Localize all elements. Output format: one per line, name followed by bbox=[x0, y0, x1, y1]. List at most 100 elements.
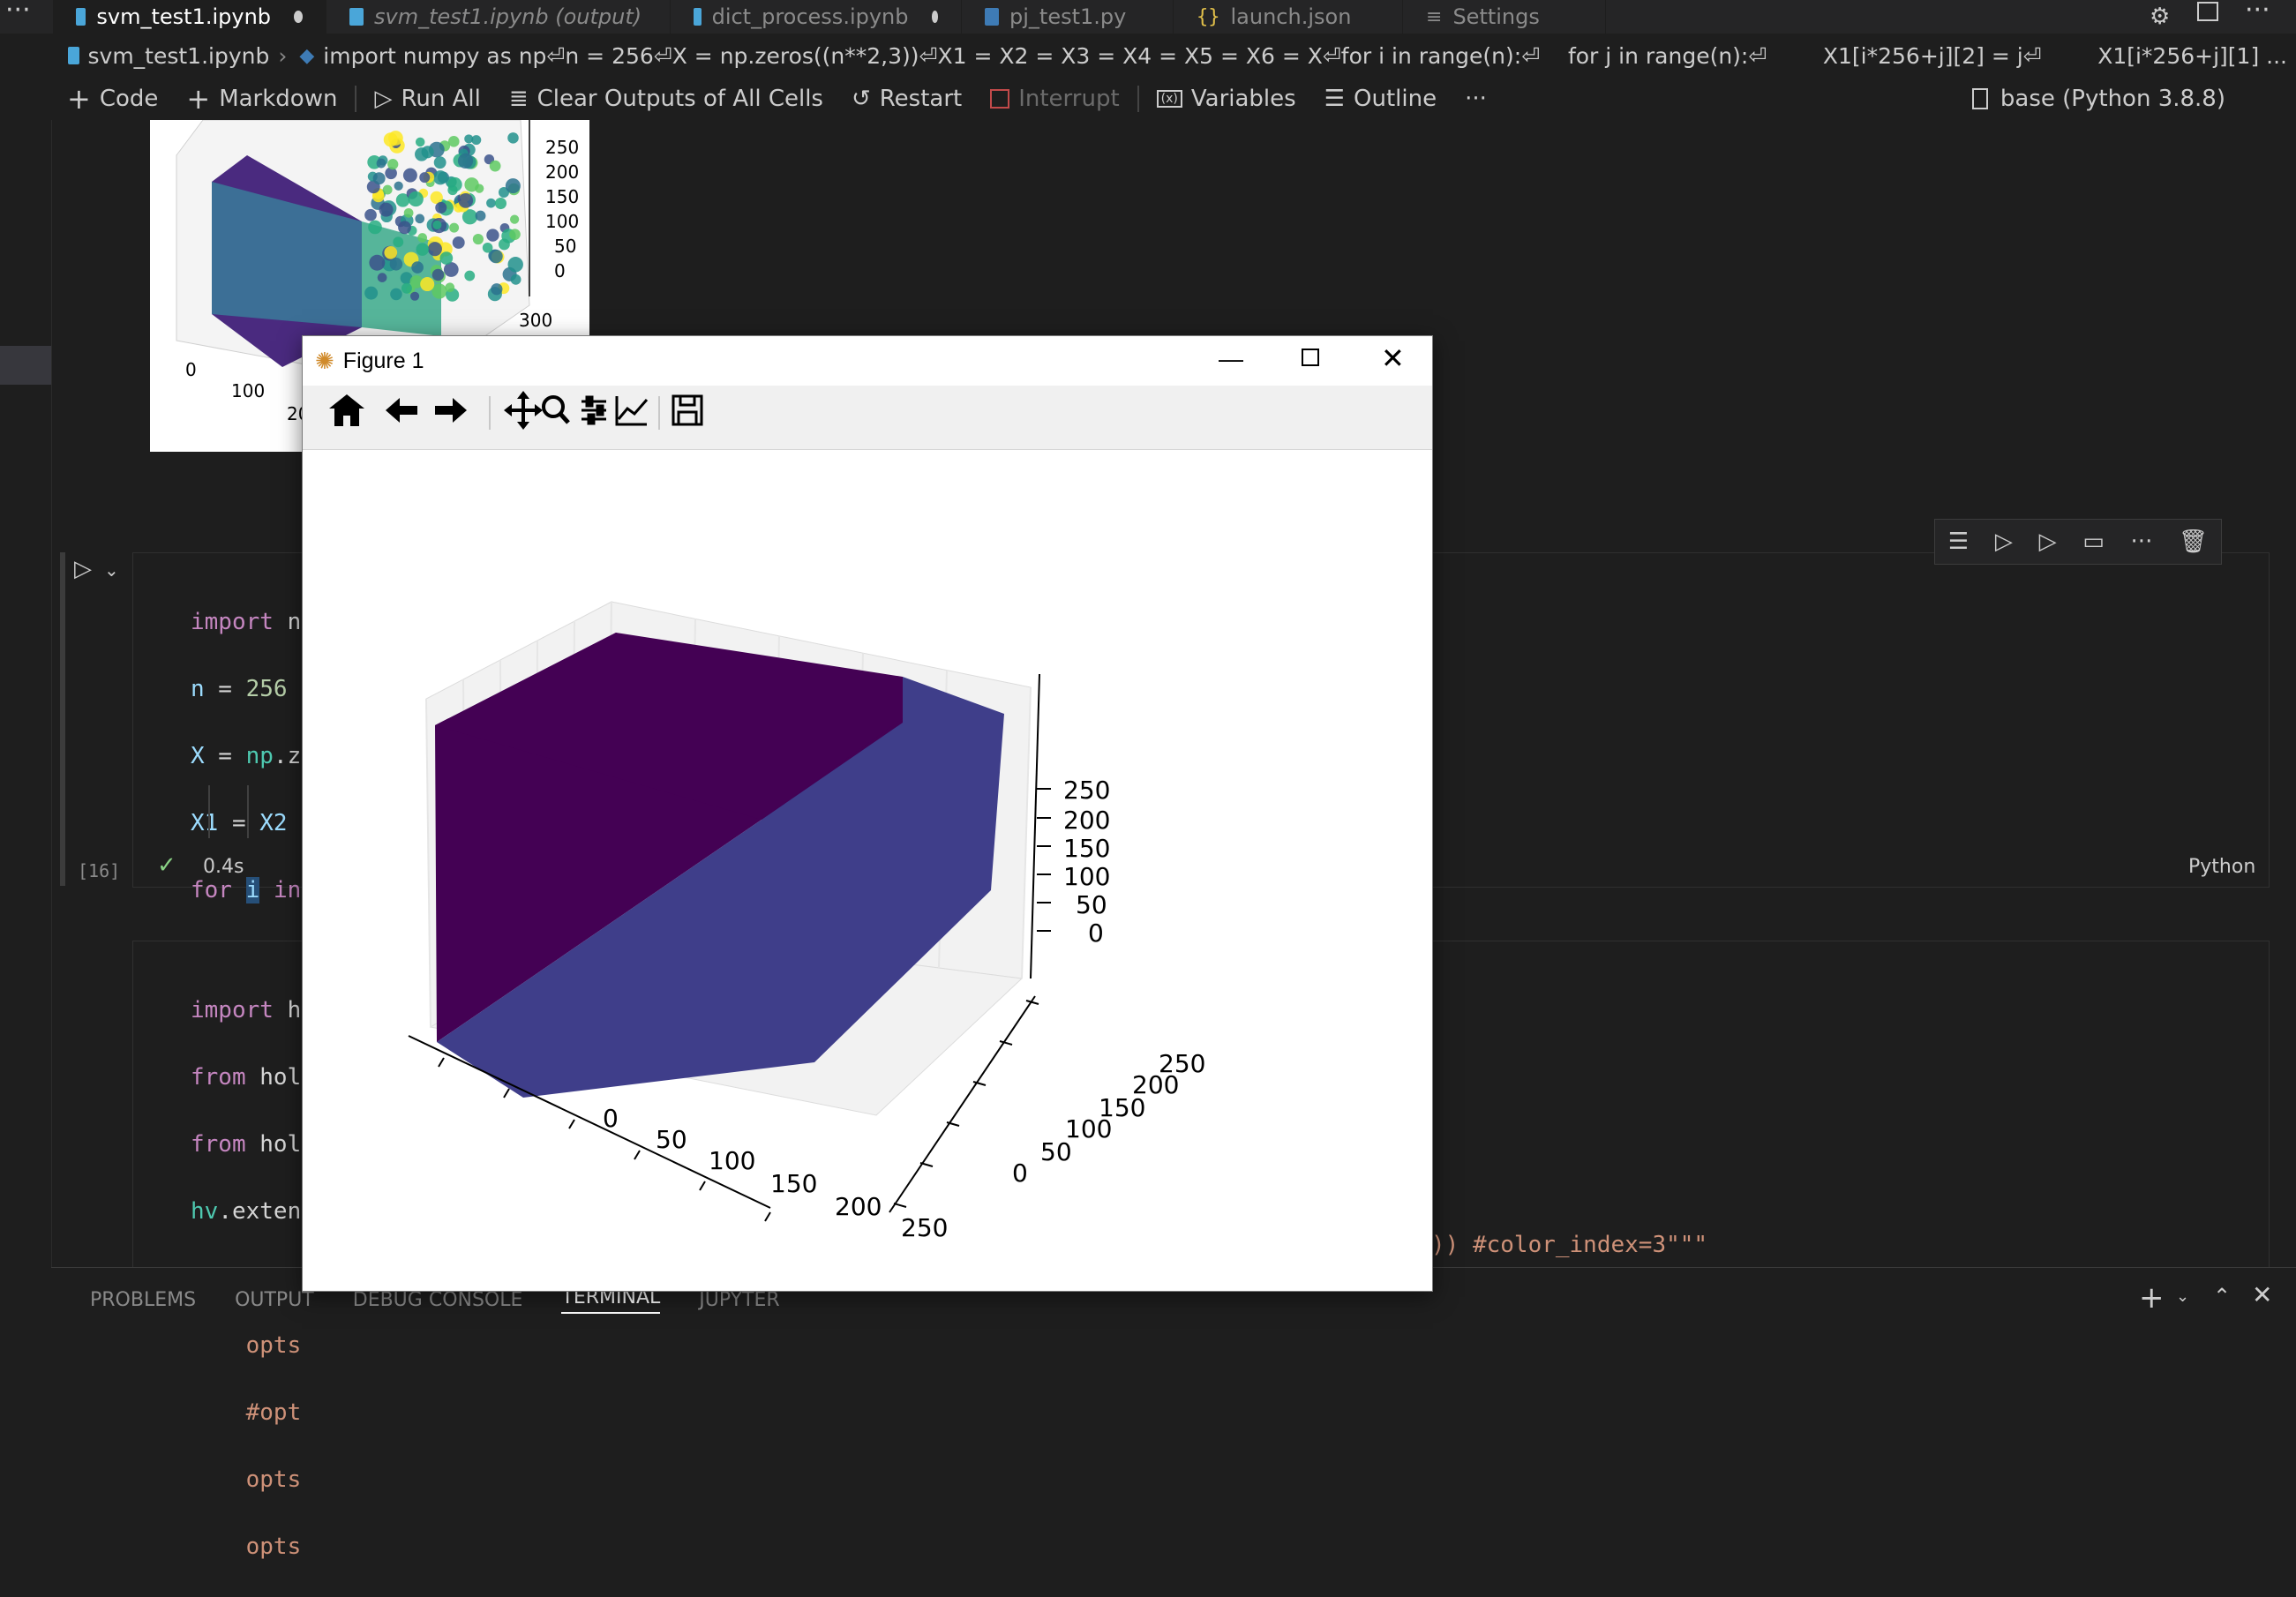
cell-toolbar: ☰ ▷ ▷ ▭ ··· 🗑 bbox=[1934, 519, 2222, 565]
scatter-point bbox=[427, 242, 442, 257]
execute-above-icon[interactable]: ▷ bbox=[1995, 529, 2013, 555]
tab-label: JUPYTER bbox=[699, 1288, 780, 1311]
add-markdown-cell-button[interactable]: + Markdown bbox=[172, 78, 351, 120]
tick-mark bbox=[568, 1119, 575, 1129]
maximize-icon[interactable] bbox=[1302, 349, 1319, 366]
scatter-point bbox=[411, 261, 424, 274]
home-icon[interactable] bbox=[329, 394, 364, 426]
scatter-point bbox=[415, 137, 425, 147]
run-all-icon: ▷ bbox=[374, 86, 393, 112]
z-tick-label: 200 bbox=[1063, 806, 1110, 835]
scatter-point bbox=[410, 291, 420, 301]
scatter-point bbox=[372, 172, 386, 185]
scatter-point bbox=[489, 160, 501, 172]
maximize-panel-icon[interactable]: ⌃ bbox=[2213, 1284, 2231, 1308]
breadcrumb-file[interactable]: svm_test1.ipynb bbox=[79, 43, 279, 69]
interrupt-button[interactable]: Interrupt bbox=[976, 78, 1133, 120]
cell-language[interactable]: Python bbox=[2188, 856, 2255, 878]
z-tick-label: 50 bbox=[1076, 890, 1107, 919]
button-label: Interrupt bbox=[1018, 86, 1120, 112]
scatter-point bbox=[415, 147, 429, 161]
success-check-icon: ✓ bbox=[157, 852, 176, 879]
tab-svm-test1-output[interactable]: svm_test1.ipynb (output) bbox=[326, 0, 671, 34]
gear-icon[interactable]: ⚙ bbox=[2150, 4, 2170, 30]
minimize-icon[interactable]: — bbox=[1219, 345, 1243, 373]
delete-icon[interactable]: 🗑 bbox=[2179, 529, 2208, 555]
code-trailing: )) #color_index=3""" bbox=[1431, 1232, 1708, 1258]
tick-mark bbox=[999, 1040, 1013, 1046]
more-actions-icon[interactable]: ··· bbox=[5, 0, 31, 26]
edit-axis-icon[interactable] bbox=[615, 396, 649, 426]
scatter-point bbox=[379, 202, 394, 217]
toolbar-divider bbox=[1137, 86, 1139, 112]
scatter-point bbox=[368, 220, 382, 235]
configure-subplots-icon[interactable] bbox=[582, 395, 606, 425]
back-icon[interactable] bbox=[386, 398, 417, 423]
scatter-point bbox=[394, 181, 403, 191]
tab-settings[interactable]: ≡ Settings bbox=[1403, 0, 1606, 34]
code-line: import n bbox=[191, 609, 302, 635]
tab-pj-test1[interactable]: pj_test1.py bbox=[962, 0, 1174, 34]
split-cell-icon[interactable]: ▭ bbox=[2082, 529, 2105, 555]
more-actions-icon[interactable]: ··· bbox=[2245, 0, 2270, 26]
button-label: Code bbox=[99, 86, 159, 112]
code-line: for i in bbox=[191, 877, 302, 903]
gutter-highlight bbox=[0, 346, 51, 385]
kernel-label: base (Python 3.8.8) bbox=[2000, 86, 2225, 112]
scatter-point bbox=[387, 159, 399, 170]
scatter-point bbox=[432, 220, 442, 229]
variables-button[interactable]: (x) Variables bbox=[1143, 78, 1310, 120]
breadcrumb-cell[interactable]: import numpy as np⏎n = 256⏎X = np.zeros(… bbox=[314, 43, 2296, 69]
panel-tab-problems[interactable]: PROBLEMS bbox=[71, 1268, 215, 1331]
run-all-button[interactable]: ▷ Run All bbox=[360, 78, 494, 120]
tab-svm-test1[interactable]: svm_test1.ipynb bbox=[53, 0, 326, 34]
tab-label: PROBLEMS bbox=[90, 1288, 197, 1311]
scatter-point bbox=[445, 282, 455, 293]
code-line: X1 = X2 bbox=[191, 810, 288, 836]
tab-dict-process[interactable]: dict_process.ipynb bbox=[671, 0, 962, 34]
matplotlib-logo-icon: ✺ bbox=[315, 347, 334, 374]
tick-mark bbox=[634, 1150, 641, 1160]
execute-below-icon[interactable]: ▷ bbox=[2039, 529, 2057, 555]
add-code-cell-button[interactable]: + Code bbox=[53, 78, 172, 120]
scatter-point bbox=[491, 283, 503, 296]
chevron-down-icon[interactable]: ⌄ bbox=[2176, 1287, 2189, 1306]
figure-window[interactable]: ✺ Figure 1 — ✕ 250 200 150 100 50 0 0 50… bbox=[302, 335, 1433, 1292]
outline-button[interactable]: ☰ Outline bbox=[1310, 78, 1451, 120]
tick-mark bbox=[764, 1211, 771, 1222]
z-tick-label: 100 bbox=[1063, 862, 1110, 891]
tab-launch-json[interactable]: {} launch.json bbox=[1174, 0, 1403, 34]
scatter-point bbox=[494, 198, 507, 210]
y-tick-label: 100 bbox=[1065, 1114, 1112, 1143]
tab-label: pj_test1.py bbox=[1009, 4, 1127, 29]
tab-label: launch.json bbox=[1230, 4, 1352, 29]
split-editor-icon[interactable] bbox=[2197, 2, 2218, 21]
zoom-icon[interactable] bbox=[542, 395, 570, 424]
z-tick: 100 bbox=[545, 211, 579, 232]
more-toolbar-button[interactable]: ··· bbox=[1451, 78, 1501, 120]
x-tick-label: 0 bbox=[603, 1104, 619, 1133]
close-panel-icon[interactable]: ✕ bbox=[2252, 1280, 2272, 1309]
plus-icon: + bbox=[67, 82, 91, 116]
figure-toolbar-icons bbox=[329, 391, 703, 430]
pan-icon[interactable] bbox=[504, 391, 543, 430]
button-label: Clear Outputs of All Cells bbox=[536, 86, 823, 112]
close-icon[interactable]: ✕ bbox=[1381, 341, 1405, 375]
kernel-picker[interactable]: base (Python 3.8.8) bbox=[1971, 78, 2225, 120]
clear-outputs-button[interactable]: ≣ Clear Outputs of All Cells bbox=[495, 78, 837, 120]
forward-icon[interactable] bbox=[435, 398, 467, 423]
restart-button[interactable]: ↺ Restart bbox=[837, 78, 976, 120]
run-cell-icon[interactable]: ▷ bbox=[74, 556, 92, 582]
scatter-point bbox=[389, 257, 403, 271]
save-icon[interactable] bbox=[672, 394, 703, 426]
scatter-point bbox=[415, 214, 425, 224]
run-by-line-icon[interactable]: ☰ bbox=[1948, 529, 1969, 555]
code-line: hv.exten bbox=[191, 1198, 302, 1225]
figure-titlebar[interactable]: ✺ Figure 1 — ✕ bbox=[303, 336, 1432, 386]
y-tick-label: 0 bbox=[1012, 1158, 1028, 1188]
more-icon[interactable]: ··· bbox=[2131, 529, 2153, 555]
chevron-down-icon[interactable]: ⌄ bbox=[104, 559, 119, 581]
new-terminal-icon[interactable]: + bbox=[2139, 1280, 2165, 1316]
scatter-point bbox=[402, 168, 417, 183]
scatter-point bbox=[507, 132, 519, 144]
